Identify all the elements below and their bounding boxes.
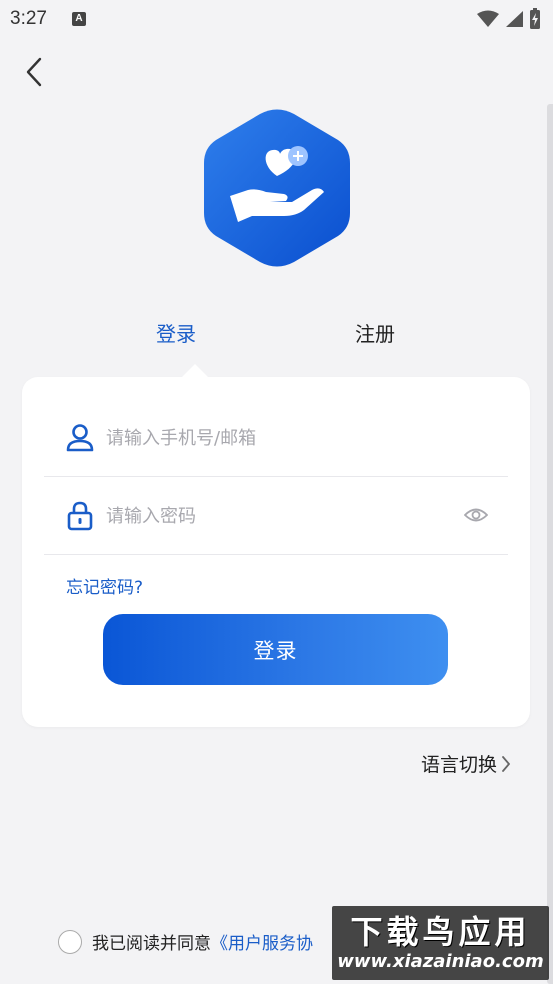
scrollbar[interactable] (547, 104, 553, 984)
wifi-icon (476, 10, 499, 27)
tab-indicator (181, 364, 209, 378)
password-input[interactable] (106, 497, 446, 535)
watermark-url: www.xiazainiao.com (337, 951, 544, 972)
agreement-checkbox[interactable] (58, 929, 82, 954)
login-card: 忘记密码? 登录 (22, 364, 530, 727)
tab-login[interactable]: 登录 (156, 318, 196, 350)
password-field (44, 477, 508, 555)
watermark: 下载鸟应用 www.xiazainiao.com (332, 906, 549, 980)
battery-icon (530, 8, 540, 29)
tab-register[interactable]: 注册 (355, 318, 395, 350)
language-switch-label: 语言切换 (420, 754, 497, 776)
signal-icon (505, 11, 523, 27)
login-button[interactable]: 登录 (103, 614, 448, 685)
chevron-left-icon (26, 57, 42, 87)
app-logo-icon (204, 109, 350, 267)
back-button[interactable] (16, 52, 52, 92)
auth-tabs: 登录 注册 (0, 318, 553, 358)
eye-icon[interactable] (464, 505, 488, 525)
user-agreement-link[interactable]: 《用户服务协 (211, 929, 313, 954)
language-switch[interactable]: 语言切换 (421, 750, 511, 777)
agreement-text: 我已阅读并同意 (92, 934, 211, 954)
watermark-title: 下载鸟应用 (350, 913, 531, 951)
status-time: 3:27 (10, 8, 47, 29)
user-icon (66, 424, 94, 452)
chevron-right-icon (502, 755, 510, 772)
status-bar: 3:27 A (0, 0, 553, 38)
phone-input[interactable] (106, 419, 446, 457)
lock-icon (67, 501, 93, 531)
notification-a-icon: A (72, 12, 86, 26)
status-icons (476, 8, 541, 30)
phone-field (44, 399, 508, 477)
forgot-password-link[interactable]: 忘记密码? (66, 573, 143, 598)
agreement-row: 我已阅读并同意 《用户服务协 (58, 929, 313, 954)
